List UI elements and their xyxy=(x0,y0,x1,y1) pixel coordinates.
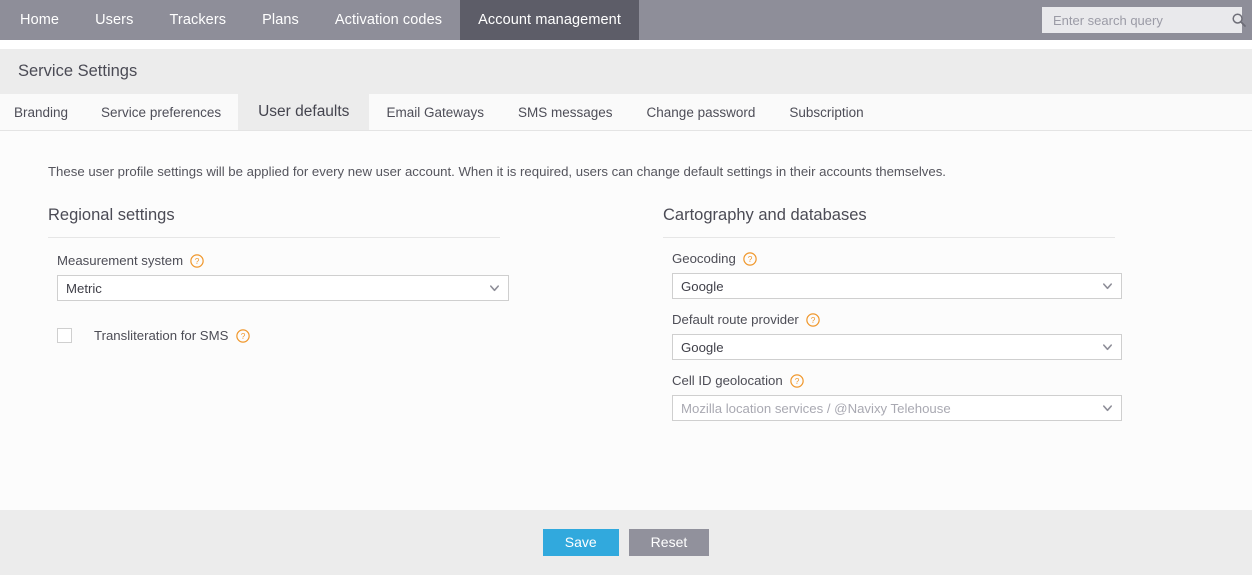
transliteration-label: Transliteration for SMS xyxy=(94,328,229,343)
nav-item-account-management[interactable]: Account management xyxy=(460,0,639,40)
tab-label: User defaults xyxy=(258,103,350,120)
search-icon[interactable] xyxy=(1231,12,1247,28)
tab-label: Service preferences xyxy=(101,104,222,120)
cartography-section: Cartography and databases Geocoding ? Go… xyxy=(663,206,1122,421)
cell-id-geolocation-label-row: Cell ID geolocation ? xyxy=(663,373,1115,395)
geocoding-label: Geocoding xyxy=(672,251,736,266)
top-navigation-bar: Home Users Trackers Plans Activation cod… xyxy=(0,0,1252,40)
nav-item-activation-codes[interactable]: Activation codes xyxy=(317,0,460,40)
help-icon[interactable]: ? xyxy=(806,312,820,327)
cell-id-geolocation-field: Cell ID geolocation ? Mozilla location s… xyxy=(663,360,1122,421)
save-button[interactable]: Save xyxy=(542,529,619,556)
nav-item-trackers[interactable]: Trackers xyxy=(151,0,244,40)
tab-email-gateways[interactable]: Email Gateways xyxy=(369,94,501,130)
help-icon[interactable]: ? xyxy=(789,373,804,388)
nav-item-label: Home xyxy=(20,12,60,28)
nav-item-users[interactable]: Users xyxy=(77,0,151,40)
geocoding-label-row: Geocoding ? xyxy=(663,251,1115,273)
tab-label: Email Gateways xyxy=(386,104,484,120)
route-provider-value: Google xyxy=(681,339,724,355)
svg-text:?: ? xyxy=(811,315,816,325)
page-title: Service Settings xyxy=(18,62,138,80)
tab-branding[interactable]: Branding xyxy=(0,94,84,130)
nav-item-label: Plans xyxy=(262,12,299,28)
search-box[interactable] xyxy=(1042,7,1246,33)
regional-settings-section: Regional settings Measurement system ? M… xyxy=(48,206,509,421)
cartography-heading: Cartography and databases xyxy=(663,206,1115,238)
reset-button[interactable]: Reset xyxy=(628,529,710,556)
help-icon[interactable]: ? xyxy=(190,253,204,268)
cell-id-geolocation-value: Mozilla location services / @Navixy Tele… xyxy=(681,400,951,416)
cell-id-geolocation-select[interactable]: Mozilla location services / @Navixy Tele… xyxy=(672,395,1122,421)
nav-item-label: Trackers xyxy=(169,12,227,28)
measurement-system-label-row: Measurement system ? xyxy=(48,253,500,275)
chevron-down-icon[interactable] xyxy=(1101,280,1114,293)
transliteration-checkbox[interactable] xyxy=(57,328,72,343)
transliteration-label-row: Transliteration for SMS ? xyxy=(94,328,251,343)
route-provider-field: Default route provider ? Google xyxy=(663,299,1122,360)
geocoding-select[interactable]: Google xyxy=(672,273,1122,299)
nav-content-gap xyxy=(0,40,1252,49)
settings-content: These user profile settings will be appl… xyxy=(0,131,1252,510)
help-icon[interactable]: ? xyxy=(743,251,757,266)
route-provider-label-row: Default route provider ? xyxy=(663,312,1115,334)
nav-item-home[interactable]: Home xyxy=(0,0,77,40)
chevron-down-icon[interactable] xyxy=(488,282,501,295)
tab-label: Subscription xyxy=(789,104,864,120)
svg-text:?: ? xyxy=(794,376,799,386)
svg-text:?: ? xyxy=(241,331,246,341)
settings-columns: Regional settings Measurement system ? M… xyxy=(0,179,1252,421)
svg-text:?: ? xyxy=(195,256,200,266)
tab-label: Branding xyxy=(14,104,69,120)
measurement-system-value: Metric xyxy=(66,280,102,296)
tab-sms-messages[interactable]: SMS messages xyxy=(501,94,630,130)
chevron-down-icon[interactable] xyxy=(1101,402,1114,415)
geocoding-value: Google xyxy=(681,278,724,294)
tab-label: Change password xyxy=(646,104,756,120)
tab-change-password[interactable]: Change password xyxy=(630,94,773,130)
measurement-system-label: Measurement system xyxy=(57,253,184,268)
regional-settings-heading: Regional settings xyxy=(48,206,500,238)
search-input[interactable] xyxy=(1051,7,1231,33)
cell-id-geolocation-label: Cell ID geolocation xyxy=(672,373,783,388)
tab-label: SMS messages xyxy=(517,104,613,120)
settings-tab-strip: Branding Service preferences User defaul… xyxy=(0,94,1252,131)
route-provider-label: Default route provider xyxy=(672,312,799,327)
help-icon[interactable]: ? xyxy=(236,328,251,343)
measurement-system-select[interactable]: Metric xyxy=(57,275,509,301)
tab-subscription[interactable]: Subscription xyxy=(772,94,880,130)
route-provider-select[interactable]: Google xyxy=(672,334,1122,360)
nav-item-plans[interactable]: Plans xyxy=(244,0,317,40)
transliteration-row: Transliteration for SMS ? xyxy=(48,301,500,343)
measurement-system-field: Measurement system ? Metric xyxy=(48,238,509,301)
action-footer: Save Reset xyxy=(0,510,1252,575)
page-title-band: Service Settings xyxy=(0,49,1252,94)
intro-description: These user profile settings will be appl… xyxy=(48,164,946,179)
svg-text:?: ? xyxy=(747,254,752,264)
geocoding-field: Geocoding ? Google xyxy=(663,238,1122,299)
nav-item-label: Account management xyxy=(478,12,621,28)
chevron-down-icon[interactable] xyxy=(1101,341,1114,354)
tab-user-defaults[interactable]: User defaults xyxy=(238,94,370,130)
nav-item-label: Users xyxy=(95,12,134,28)
nav-item-label: Activation codes xyxy=(334,12,443,28)
tab-service-preferences[interactable]: Service preferences xyxy=(84,94,238,130)
